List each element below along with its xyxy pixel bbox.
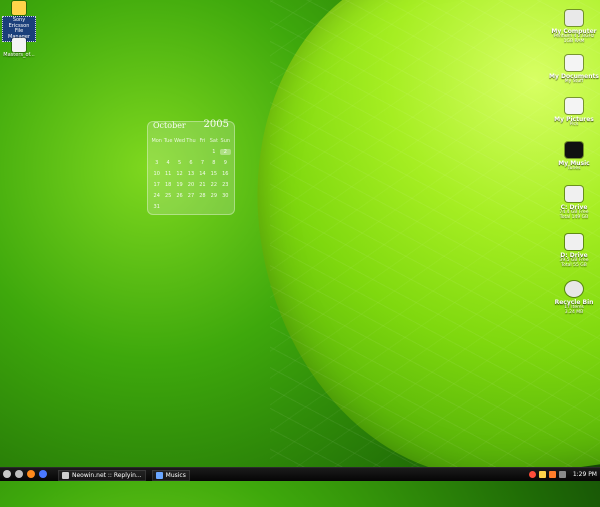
calendar-month: October xyxy=(153,121,186,130)
search-icon[interactable] xyxy=(15,470,23,478)
desktop-icon-masters[interactable]: Masters_of... xyxy=(2,38,36,59)
calendar-day: 12 xyxy=(176,170,183,177)
desktop-icon-label: Masters_of... xyxy=(3,52,35,58)
calendar-day: 5 xyxy=(177,159,182,166)
calendar-day: 10 xyxy=(153,170,160,177)
desktop-icon-file-manager[interactable]: Sony Ericsson File Manager xyxy=(2,1,36,42)
calendar-day: 18 xyxy=(164,181,172,188)
calendar-day-highlighted: 2 xyxy=(219,148,231,155)
system-tray: 1:29 PM xyxy=(528,470,597,479)
calendar-widget: October 2005 Mon Tue Wed Thu Fri Sat Sun… xyxy=(147,119,235,215)
calendar-day: 22 xyxy=(210,181,218,188)
taskbar-item-musics[interactable]: Musics xyxy=(151,470,190,481)
calendar-day: 13 xyxy=(187,170,195,177)
taskbar-tasks: Neowin.net :: Replyin... Musics xyxy=(58,470,190,481)
calendar-day: 11 xyxy=(164,170,172,177)
desktop-icon-my-computer[interactable]: My Computer Pentium 4 2.8GHz 1GB RAM xyxy=(548,10,600,45)
taskbar-item-label: Neowin.net :: Replyin... xyxy=(72,472,142,479)
calendar-day: 16 xyxy=(222,170,229,177)
calendar-day: 20 xyxy=(187,181,195,188)
calendar-year: 2005 xyxy=(203,119,229,130)
calendar-dow: Sat xyxy=(209,137,218,144)
desktop-icon-my-pictures[interactable]: My Pictures Pics xyxy=(548,98,600,128)
calendar-dow: Thu xyxy=(186,137,196,144)
calendar-day: 28 xyxy=(199,192,206,199)
calendar-day: 30 xyxy=(222,192,229,199)
desktop-icon-c-drive[interactable]: C: Drive 74.4 GB Free Total 149 GB xyxy=(548,186,600,221)
desktop-icon-subtitle-1: My Stuff xyxy=(564,79,584,84)
calendar-day: 3 xyxy=(155,159,159,166)
pictures-icon xyxy=(565,98,583,114)
taskbar: Neowin.net :: Replyin... Musics 1:29 PM xyxy=(0,467,600,481)
calendar-dow: Mon xyxy=(151,137,162,144)
taskbar-item-neowin[interactable]: Neowin.net :: Replyin... xyxy=(58,470,146,481)
calendar-day: 9 xyxy=(223,159,227,166)
calendar-day: 17 xyxy=(153,181,160,188)
calendar-day: 24 xyxy=(153,192,160,199)
desktop-icon-subtitle-2: 1GB RAM xyxy=(563,38,585,44)
calendar-day: 29 xyxy=(210,192,218,199)
tray-app-1-icon[interactable] xyxy=(528,471,536,478)
file-manager-icon xyxy=(12,1,26,15)
tray-app-2-icon[interactable] xyxy=(538,471,546,478)
desktop-icon-subtitle-2: 3.24 MB xyxy=(564,309,584,315)
calendar-day: 27 xyxy=(187,192,195,199)
desktop-icon-subtitle-2: Total 149 GB xyxy=(559,214,589,220)
clock[interactable]: 1:29 PM xyxy=(573,471,597,478)
firefox-icon[interactable] xyxy=(27,470,35,478)
desktop-icon-subtitle-2: Total 55 GB xyxy=(561,262,587,268)
desktop-icon-my-music[interactable]: My Music Tunes xyxy=(548,142,600,172)
taskbar-item-label: Musics xyxy=(165,472,186,479)
desktop-icon-recycle-bin[interactable]: Recycle Bin 17 Items 3.24 MB xyxy=(548,281,600,316)
drive-c-icon xyxy=(565,186,583,202)
computer-icon xyxy=(565,10,583,26)
folder-icon xyxy=(155,472,163,479)
calendar-day: 26 xyxy=(176,192,183,199)
quick-launch xyxy=(3,470,47,479)
recycle-bin-icon xyxy=(565,281,583,297)
tray-app-4-icon[interactable] xyxy=(558,471,566,478)
documents-icon xyxy=(565,55,583,71)
calendar-dow: Wed xyxy=(174,137,186,144)
calendar-grid: Mon Tue Wed Thu Fri Sat Sun 1 2 3 4 5 6 … xyxy=(151,135,231,212)
calendar-day: 4 xyxy=(166,159,170,166)
calendar-day: 31 xyxy=(153,203,160,210)
tray-app-3-icon[interactable] xyxy=(548,471,556,478)
calendar-day: 1 xyxy=(212,148,216,155)
music-icon xyxy=(565,142,583,158)
calendar-day: 15 xyxy=(210,170,218,177)
system-icon[interactable] xyxy=(3,470,11,478)
calendar-header: October 2005 xyxy=(153,119,229,133)
calendar-day: 23 xyxy=(222,181,229,188)
document-icon xyxy=(12,38,26,52)
calendar-day: 21 xyxy=(199,181,206,188)
desktop-icon-subtitle-1: Tunes xyxy=(567,166,581,171)
calendar-dow: Fri xyxy=(199,137,206,144)
calendar-day: 19 xyxy=(176,181,183,188)
calendar-day: 7 xyxy=(200,159,205,166)
leaf-wallpaper xyxy=(225,0,600,507)
browser-icon xyxy=(62,472,69,479)
label-line-2: Ericsson File xyxy=(8,22,30,34)
calendar-dow: Tue xyxy=(163,137,173,144)
desktop-icon-my-documents[interactable]: My Documents My Stuff xyxy=(548,55,600,85)
calendar-day: 8 xyxy=(212,159,216,166)
calendar-dow: Sun xyxy=(220,137,231,144)
desktop-icon-subtitle-1: Pics xyxy=(569,122,579,127)
calendar-day: 6 xyxy=(189,159,193,166)
drive-d-icon xyxy=(565,234,583,250)
desktop-icon-d-drive[interactable]: D: Drive 39.5 GB Free Total 55 GB xyxy=(548,234,600,269)
calendar-day: 14 xyxy=(199,170,206,177)
ie-icon[interactable] xyxy=(39,470,47,478)
calendar-day: 25 xyxy=(164,192,172,199)
